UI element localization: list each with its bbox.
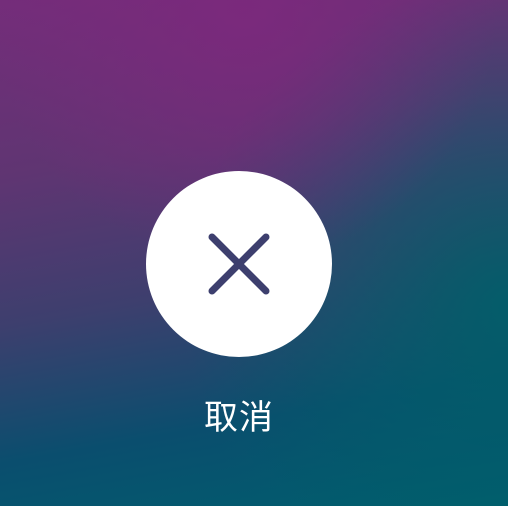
cancel-button[interactable]	[146, 171, 332, 357]
cancel-label: 取消	[204, 398, 274, 438]
close-icon	[207, 232, 271, 296]
call-screen-background: 取消	[0, 0, 508, 506]
